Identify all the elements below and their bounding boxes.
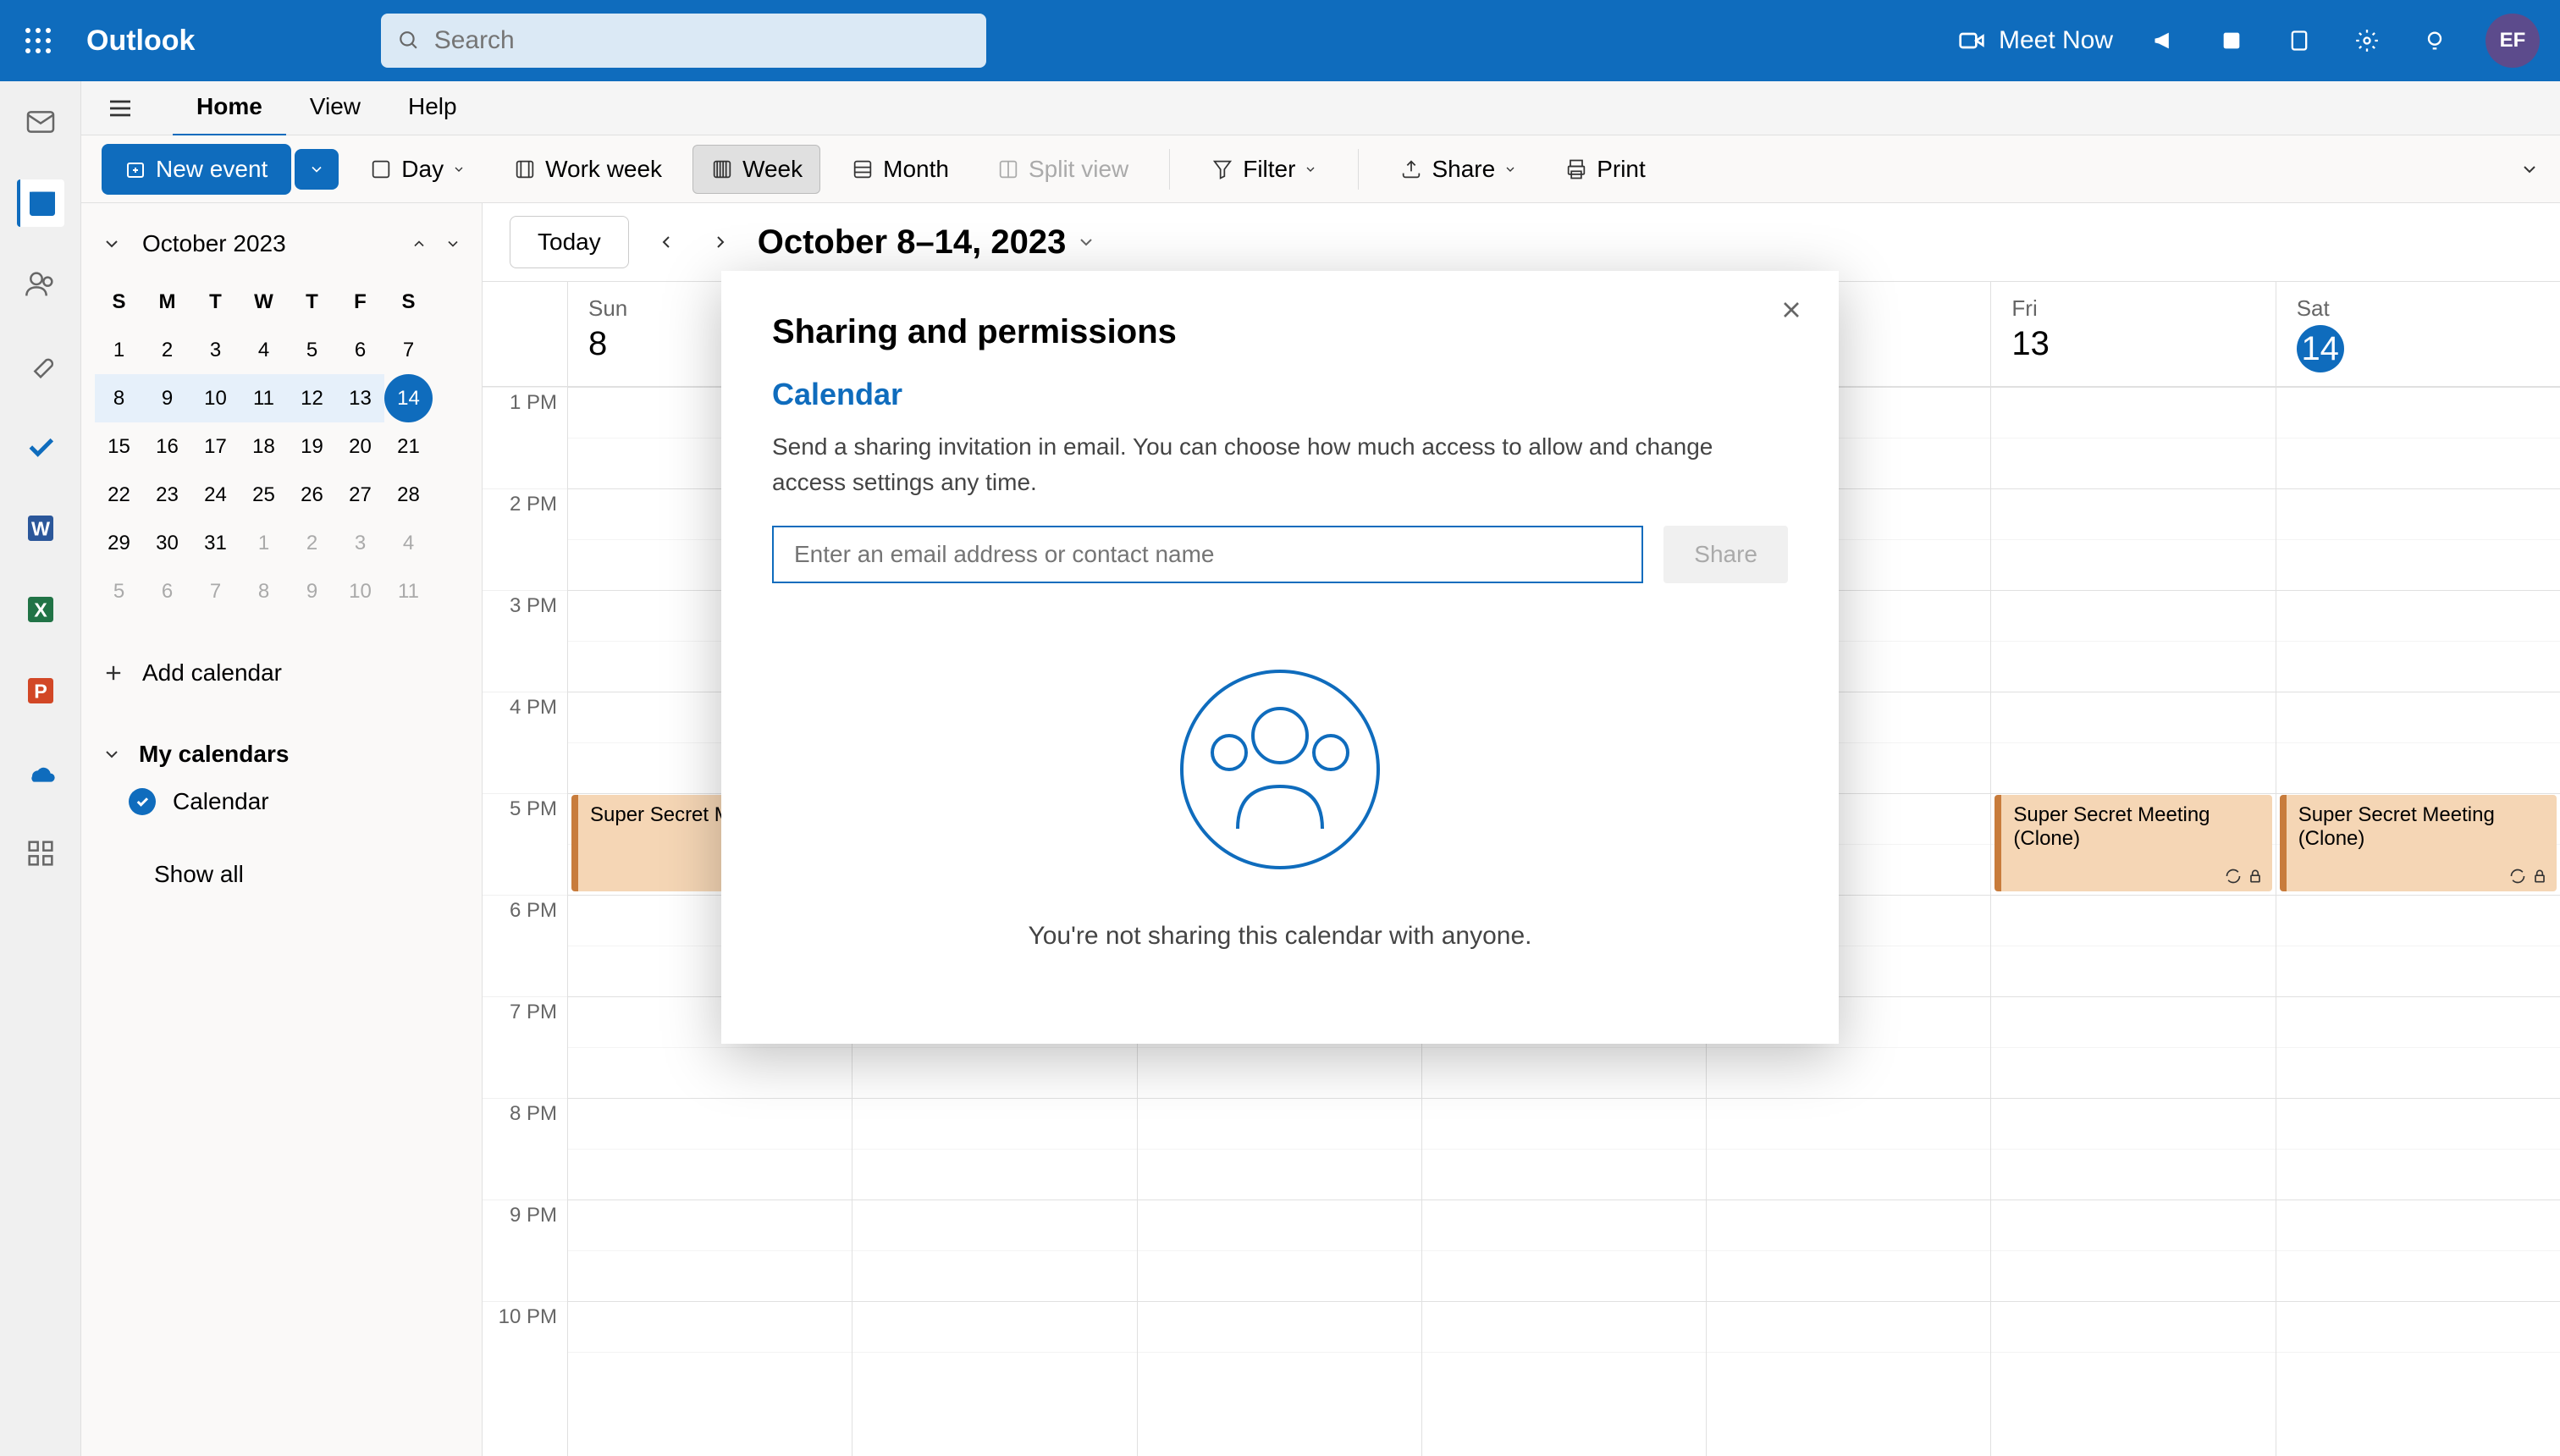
close-icon — [1778, 296, 1805, 323]
share-email-input[interactable] — [772, 526, 1643, 583]
modal-description: Send a sharing invitation in email. You … — [772, 429, 1788, 500]
sharing-modal: Sharing and permissions Calendar Send a … — [721, 271, 1839, 1044]
modal-overlay: Sharing and permissions Calendar Send a … — [0, 0, 2560, 1456]
modal-empty-state: You're not sharing this calendar with an… — [772, 668, 1788, 951]
modal-subtitle: Calendar — [772, 377, 1788, 412]
modal-title: Sharing and permissions — [772, 313, 1788, 351]
modal-share-button[interactable]: Share — [1663, 526, 1788, 583]
empty-state-text: You're not sharing this calendar with an… — [1028, 922, 1531, 951]
people-illustration-icon — [1178, 668, 1382, 871]
close-button[interactable] — [1778, 296, 1805, 323]
